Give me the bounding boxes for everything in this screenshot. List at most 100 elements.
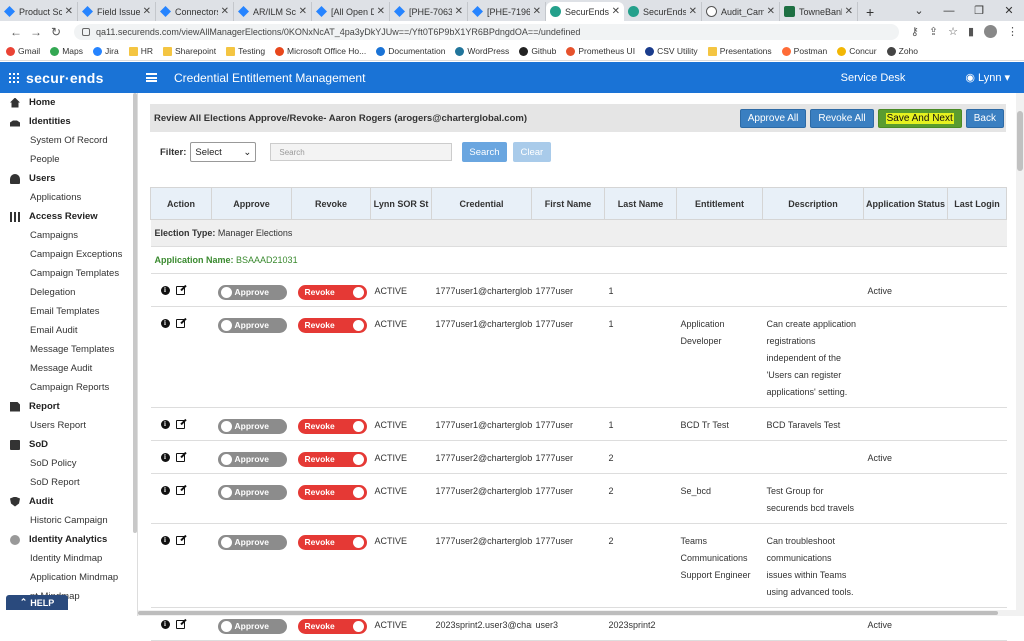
sidebar-item-application-mindmap[interactable]: Application Mindmap <box>0 568 137 587</box>
column-header-revoke[interactable]: Revoke <box>291 187 371 220</box>
bookmark-item[interactable]: Jira <box>93 46 119 56</box>
approve-toggle[interactable]: Approve <box>217 419 287 434</box>
info-icon[interactable]: i <box>160 486 170 495</box>
chevron-down-icon[interactable]: ⌄ <box>904 4 934 17</box>
help-button[interactable]: ⌃ HELP <box>6 595 68 610</box>
column-header-description[interactable]: Description <box>762 187 864 220</box>
bookmark-item[interactable]: Postman <box>781 46 827 56</box>
revoke-toggle[interactable]: Revoke <box>297 619 367 634</box>
bookmark-item[interactable]: Presentations <box>707 46 772 56</box>
info-icon[interactable]: i <box>160 453 170 462</box>
bookmark-item[interactable]: Prometheus UI <box>566 46 635 56</box>
column-header-lynn-sor-st[interactable]: Lynn SOR St <box>370 187 432 220</box>
new-tab-icon[interactable]: + <box>858 2 882 21</box>
info-icon[interactable]: i <box>160 286 170 295</box>
credential-cell[interactable]: 1777user2@charterglobal.com <box>431 440 532 474</box>
sidebar-section-identities[interactable]: Identities <box>0 112 137 131</box>
sidebar-item-campaigns[interactable]: Campaigns <box>0 226 137 245</box>
credential-cell[interactable]: 1777user1@charterglobal.com <box>431 306 532 408</box>
credential-cell[interactable]: 1777user2@charterglobal.com <box>431 523 532 608</box>
sidebar-item-identity-mindmap[interactable]: Identity Mindmap <box>0 549 137 568</box>
restore-icon[interactable]: ❐ <box>964 4 994 17</box>
edit-icon[interactable] <box>175 536 185 545</box>
close-icon[interactable]: ✕ <box>299 6 307 17</box>
logo[interactable]: secur·ends <box>0 70 138 86</box>
bookmark-item[interactable]: WordPress <box>455 46 509 56</box>
search-button[interactable]: Search <box>462 142 507 162</box>
close-icon[interactable]: ✕ <box>533 6 541 17</box>
close-icon[interactable]: ✕ <box>845 6 853 17</box>
info-icon[interactable]: i <box>160 536 170 545</box>
approve-toggle[interactable]: Approve <box>217 285 287 300</box>
revoke-toggle[interactable]: Revoke <box>297 485 367 500</box>
sidebar-item-historic-campaign[interactable]: Historic Campaign <box>0 511 137 530</box>
sidepanel-icon[interactable]: ▮ <box>968 25 974 38</box>
minimize-icon[interactable]: — <box>934 5 964 17</box>
close-icon[interactable]: ✕ <box>767 6 775 17</box>
approve-all-button[interactable]: Approve All <box>739 108 807 128</box>
clear-button[interactable]: Clear <box>512 142 552 162</box>
column-header-application-status[interactable]: Application Status <box>863 187 948 220</box>
service-desk-link[interactable]: Service Desk <box>841 72 906 84</box>
menu-kebab-icon[interactable]: ⋮ <box>1007 25 1018 38</box>
sidebar-scrollbar[interactable] <box>133 93 137 533</box>
sidebar-item-campaign-templates[interactable]: Campaign Templates <box>0 264 137 283</box>
bookmark-item[interactable]: Maps <box>50 46 83 56</box>
approve-toggle[interactable]: Approve <box>217 485 287 500</box>
sidebar-section-audit[interactable]: Audit <box>0 492 137 511</box>
credential-cell[interactable]: 1777user1@charterglobal.com <box>431 407 532 441</box>
sidebar-item-sod-policy[interactable]: SoD Policy <box>0 454 137 473</box>
profile-avatar[interactable] <box>984 25 997 38</box>
revoke-toggle[interactable]: Revoke <box>297 452 367 467</box>
column-header-first-name[interactable]: First Name <box>531 187 605 220</box>
sidebar-item-delegation[interactable]: Delegation <box>0 283 137 302</box>
sidebar-item-message-audit[interactable]: Message Audit <box>0 359 137 378</box>
sidebar-section-report[interactable]: Report <box>0 397 137 416</box>
filter-select[interactable]: Select ⌄ <box>190 142 257 162</box>
credential-cell[interactable]: 1777user2@charterglobal.com <box>431 473 532 524</box>
browser-tab[interactable]: TowneBank ✕ <box>780 2 858 21</box>
column-header-last-login[interactable]: Last Login <box>947 187 1007 220</box>
sidebar-section-identity-analytics[interactable]: Identity Analytics <box>0 530 137 549</box>
browser-tab[interactable]: [PHE-7196] ✕ <box>468 2 546 21</box>
back-button[interactable]: Back <box>965 108 1004 128</box>
sidebar-item-email-audit[interactable]: Email Audit <box>0 321 137 340</box>
revoke-toggle[interactable]: Revoke <box>297 318 367 333</box>
user-menu[interactable]: ◉ Lynn ▾ <box>965 71 1010 85</box>
edit-icon[interactable] <box>175 453 185 462</box>
close-icon[interactable]: ✕ <box>143 6 151 17</box>
sidebar-item-campaign-exceptions[interactable]: Campaign Exceptions <box>0 245 137 264</box>
bookmark-item[interactable]: Sharepoint <box>162 46 216 56</box>
info-icon[interactable]: i <box>160 620 170 629</box>
browser-tab[interactable]: AR/ILM Scr ✕ <box>234 2 312 21</box>
column-header-credential[interactable]: Credential <box>431 187 532 220</box>
sidebar-item-message-templates[interactable]: Message Templates <box>0 340 137 359</box>
browser-tab[interactable]: SecurEnds ✕ <box>546 2 624 21</box>
sidebar-item-sod-report[interactable]: SoD Report <box>0 473 137 492</box>
share-icon[interactable]: ⇪ <box>929 25 938 38</box>
bookmark-item[interactable]: Documentation <box>376 46 445 56</box>
page-scrollbar[interactable] <box>1016 93 1024 616</box>
sidebar-section-users[interactable]: Users <box>0 169 137 188</box>
horizontal-scrollbar[interactable] <box>138 610 1016 616</box>
bookmark-item[interactable]: Concur <box>837 46 877 56</box>
browser-tab[interactable]: Product Sc ✕ <box>0 2 78 21</box>
page-scrollbar-thumb[interactable] <box>1017 111 1023 171</box>
info-icon[interactable]: i <box>160 319 170 328</box>
sidebar-item-email-templates[interactable]: Email Templates <box>0 302 137 321</box>
close-window-icon[interactable]: ✕ <box>994 4 1024 17</box>
url-field[interactable]: qa11.securends.com/viewAllManagerElectio… <box>74 23 899 40</box>
bookmark-item[interactable]: Zoho <box>886 46 918 56</box>
sidebar-item-applications[interactable]: Applications <box>0 188 137 207</box>
info-icon[interactable]: i <box>160 420 170 429</box>
close-icon[interactable]: ✕ <box>612 6 620 17</box>
bookmark-item[interactable]: Github <box>519 46 556 56</box>
edit-icon[interactable] <box>175 620 185 629</box>
edit-icon[interactable] <box>175 319 185 328</box>
edit-icon[interactable] <box>175 486 185 495</box>
column-header-approve[interactable]: Approve <box>211 187 292 220</box>
star-icon[interactable]: ☆ <box>948 25 958 38</box>
browser-tab[interactable]: SecurEnds ✕ <box>624 2 702 21</box>
browser-tab[interactable]: Field Issues✕ <box>78 2 156 21</box>
search-input[interactable]: Search <box>270 143 453 161</box>
